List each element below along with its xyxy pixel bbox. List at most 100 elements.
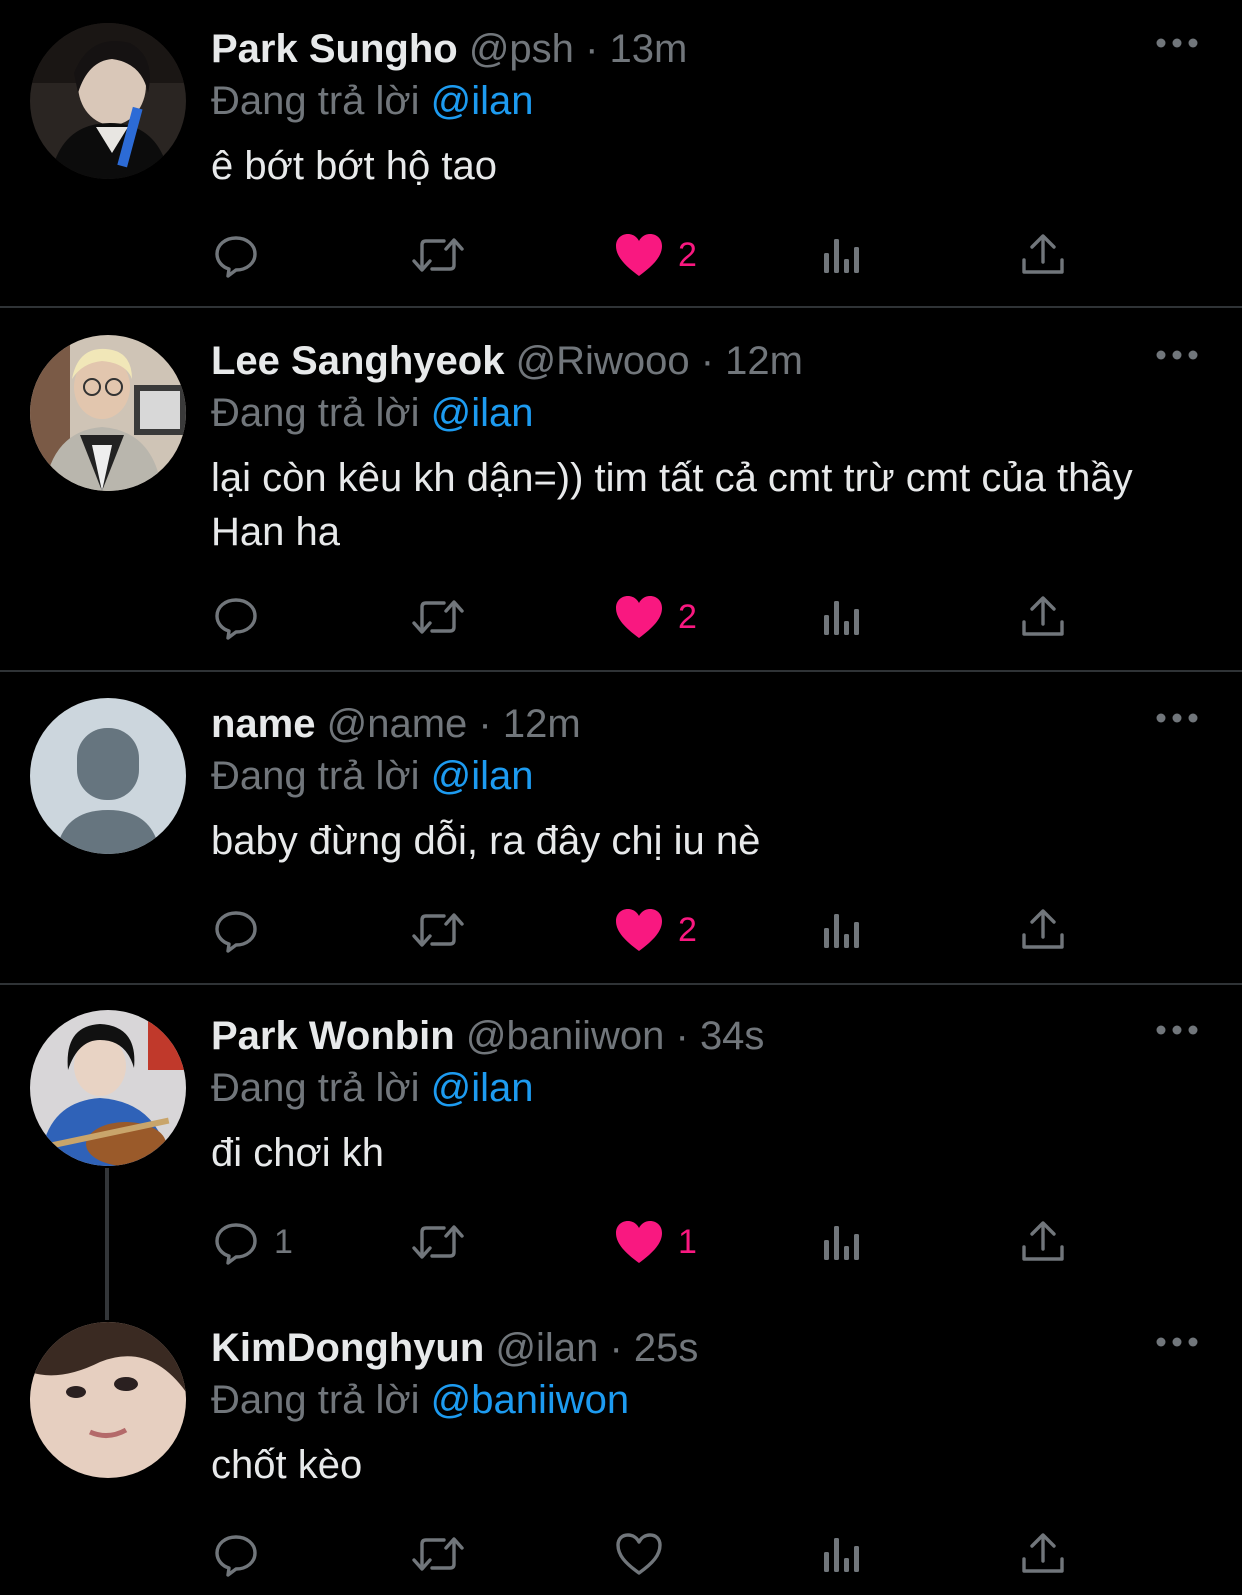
replying-label: Đang trả lời — [211, 79, 420, 123]
avatar[interactable] — [30, 23, 186, 179]
like-count: 1 — [678, 1222, 697, 1261]
like-button[interactable]: 1 — [614, 1212, 697, 1272]
tweet[interactable]: Park Sungho @psh · 13m Đang trả lời @ila… — [0, 19, 1242, 299]
like-count: 2 — [678, 597, 697, 636]
separator-dot: · — [585, 27, 599, 71]
user-handle[interactable]: @name — [327, 702, 468, 746]
tweet-header: Park Sungho @psh · 13m — [211, 19, 687, 79]
tweet[interactable]: Lee Sanghyeok @Riwooo · 12m Đang trả lời… — [0, 331, 1242, 661]
views-icon — [820, 1532, 864, 1576]
views-button[interactable] — [820, 900, 864, 960]
avatar[interactable] — [30, 698, 186, 854]
reply-count: 1 — [274, 1222, 293, 1261]
more-icon[interactable] — [1155, 1020, 1199, 1040]
timestamp[interactable]: 12m — [503, 702, 581, 746]
avatar[interactable] — [30, 1010, 186, 1166]
share-button[interactable] — [1020, 900, 1066, 960]
reply-button[interactable] — [212, 587, 274, 647]
timestamp[interactable]: 13m — [610, 27, 688, 71]
like-button[interactable] — [614, 1524, 678, 1584]
display-name[interactable]: name — [211, 702, 316, 746]
like-button[interactable]: 2 — [614, 225, 697, 285]
user-handle[interactable]: @baniiwon — [466, 1014, 665, 1058]
reply-mention-link[interactable]: @baniiwon — [431, 1378, 630, 1422]
reply-mention-link[interactable]: @ilan — [431, 1066, 534, 1110]
retweet-button[interactable] — [410, 1212, 466, 1272]
user-handle[interactable]: @psh — [469, 27, 574, 71]
replying-label: Đang trả lời — [211, 754, 420, 798]
user-handle[interactable]: @Riwooo — [516, 339, 690, 383]
action-bar: 2 — [0, 225, 1242, 285]
like-button[interactable]: 2 — [614, 587, 697, 647]
like-count: 2 — [678, 910, 697, 949]
action-bar: 2 — [0, 900, 1242, 960]
reply-icon — [212, 906, 260, 954]
share-button[interactable] — [1020, 225, 1066, 285]
reply-mention-link[interactable]: @ilan — [431, 754, 534, 798]
retweet-button[interactable] — [410, 587, 466, 647]
reply-button[interactable] — [212, 900, 274, 960]
tweet-header: KimDonghyun @ilan · 25s — [211, 1318, 698, 1378]
retweet-icon — [410, 593, 466, 641]
separator-dot: · — [478, 702, 492, 746]
replying-to: Đang trả lời @ilan — [211, 1058, 534, 1118]
replying-to: Đang trả lời @ilan — [211, 71, 534, 131]
reply-icon — [212, 231, 260, 279]
display-name[interactable]: Park Wonbin — [211, 1014, 455, 1058]
reply-button[interactable] — [212, 1524, 274, 1584]
replying-label: Đang trả lời — [211, 1378, 420, 1422]
share-icon — [1020, 1219, 1066, 1265]
retweet-button[interactable] — [410, 900, 466, 960]
replying-to: Đang trả lời @ilan — [211, 746, 534, 806]
timestamp[interactable]: 12m — [725, 339, 803, 383]
share-button[interactable] — [1020, 1524, 1066, 1584]
retweet-button[interactable] — [410, 1524, 466, 1584]
share-button[interactable] — [1020, 587, 1066, 647]
retweet-icon — [410, 231, 466, 279]
tweet[interactable]: Park Wonbin @baniiwon · 34s Đang trả lời… — [0, 1006, 1242, 1306]
action-bar — [0, 1524, 1242, 1584]
avatar[interactable] — [30, 335, 186, 491]
share-icon — [1020, 594, 1066, 640]
timestamp[interactable]: 34s — [700, 1014, 765, 1058]
more-icon[interactable] — [1155, 708, 1199, 728]
user-handle[interactable]: @ilan — [495, 1326, 598, 1370]
reply-icon — [212, 1218, 260, 1266]
tweet-text: lại còn kêu kh dận=)) tim tất cả cmt trừ… — [211, 456, 1133, 554]
replying-label: Đang trả lời — [211, 1066, 420, 1110]
avatar[interactable] — [30, 1322, 186, 1478]
retweet-icon — [410, 1218, 466, 1266]
share-icon — [1020, 907, 1066, 953]
tweet-header: Park Wonbin @baniiwon · 34s — [211, 1006, 764, 1066]
retweet-icon — [410, 1530, 466, 1578]
more-icon[interactable] — [1155, 1332, 1199, 1352]
tweet[interactable]: KimDonghyun @ilan · 25s Đang trả lời @ba… — [0, 1318, 1242, 1595]
like-button[interactable]: 2 — [614, 900, 697, 960]
replying-to: Đang trả lời @ilan — [211, 383, 534, 443]
display-name[interactable]: Park Sungho — [211, 27, 458, 71]
share-icon — [1020, 232, 1066, 278]
reply-button[interactable] — [212, 225, 274, 285]
heart-icon — [614, 232, 664, 278]
reply-button[interactable]: 1 — [212, 1212, 293, 1272]
reply-mention-link[interactable]: @ilan — [431, 391, 534, 435]
retweet-button[interactable] — [410, 225, 466, 285]
timestamp[interactable]: 25s — [634, 1326, 699, 1370]
views-button[interactable] — [820, 1212, 864, 1272]
display-name[interactable]: Lee Sanghyeok — [211, 339, 504, 383]
replying-to: Đang trả lời @baniiwon — [211, 1370, 629, 1430]
views-icon — [820, 908, 864, 952]
action-bar: 2 — [0, 587, 1242, 647]
tweet[interactable]: name @name · 12m Đang trả lời @ilan baby… — [0, 694, 1242, 974]
display-name[interactable]: KimDonghyun — [211, 1326, 484, 1370]
share-icon — [1020, 1531, 1066, 1577]
more-icon[interactable] — [1155, 33, 1199, 53]
more-icon[interactable] — [1155, 345, 1199, 365]
reply-icon — [212, 1530, 260, 1578]
tweet-divider — [0, 983, 1242, 985]
share-button[interactable] — [1020, 1212, 1066, 1272]
views-button[interactable] — [820, 587, 864, 647]
reply-mention-link[interactable]: @ilan — [431, 79, 534, 123]
views-button[interactable] — [820, 225, 864, 285]
views-button[interactable] — [820, 1524, 864, 1584]
